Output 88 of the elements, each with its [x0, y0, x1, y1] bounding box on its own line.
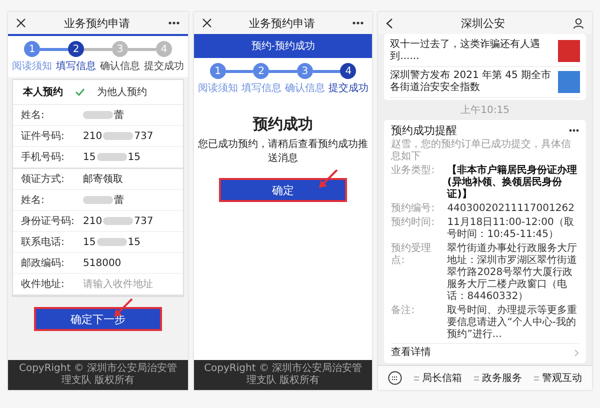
detail-label: 业务类型:: [391, 165, 436, 178]
detail-label: 预约时间:: [391, 217, 436, 230]
menu-item[interactable]: 政务服务: [474, 371, 522, 385]
account-title: 深圳公安: [461, 16, 506, 30]
booking-option[interactable]: 为他人预约: [97, 85, 147, 99]
menu-item[interactable]: 警观互动: [534, 371, 582, 385]
detail-label: 备注:: [391, 305, 416, 318]
redaction-blur: [96, 238, 127, 246]
annotation-arrow: [317, 168, 340, 190]
field-value: 737: [134, 216, 154, 226]
field-value: 210: [83, 216, 102, 226]
step-label: 阅读须知: [198, 82, 238, 95]
success-title: 预约成功: [253, 115, 314, 134]
field-label: 手机号码:: [21, 150, 66, 164]
field-value: 15: [83, 152, 96, 162]
redaction-blur: [83, 111, 113, 119]
field-value: 邮寄领取: [83, 172, 123, 186]
step-label: 确认信息: [284, 82, 325, 95]
field-value: 737: [134, 130, 154, 142]
redaction-blur: [103, 132, 134, 140]
field-label: 身份证号码:: [21, 215, 76, 228]
field-label: 收件地址:: [21, 278, 66, 291]
news-title[interactable]: 双十一过去了，这类诈骗还有人遇到......: [390, 39, 552, 63]
field-value: 15: [128, 152, 140, 162]
step-number: 3: [112, 41, 128, 57]
view-details-link[interactable]: 查看详情: [391, 343, 579, 360]
page-title: 业务预约申请: [249, 16, 316, 30]
step-label: 提交成功: [144, 60, 184, 73]
field-value: 210: [83, 130, 102, 142]
person-icon[interactable]: [573, 18, 584, 28]
field-value: 蕾: [114, 194, 124, 207]
field-value: 蕾: [114, 108, 124, 122]
booking-option[interactable]: 本人预约: [23, 85, 63, 99]
detail-value: 取号时间、办理提示等更多重要信息请进入“个人中心-我的预约”进行...: [447, 305, 578, 342]
step-number: 4: [156, 41, 172, 57]
keyboard-icon[interactable]: [388, 371, 402, 385]
success-message: 您已成功预约，请稍后查看预约成功推送消息: [197, 138, 370, 165]
page-banner: 预约-预约成功: [194, 34, 372, 58]
menu-icon: [534, 376, 540, 380]
confirm-button[interactable]: 确定: [219, 178, 348, 202]
step-number: 2: [68, 41, 84, 57]
more-icon[interactable]: [569, 129, 579, 132]
step-number: 1: [210, 63, 226, 79]
close-icon[interactable]: [202, 18, 212, 28]
message-title: 预约成功提醒: [391, 124, 458, 138]
step-label: 确认信息: [100, 60, 140, 73]
field-value: 15: [128, 236, 140, 248]
copyright-text: CopyRight © 深圳市公安局治安管理支队 版权所有: [18, 363, 178, 386]
field-label: 领证方式:: [21, 172, 66, 186]
message-timestamp: 上午10:15: [460, 104, 510, 117]
step-number: 4: [340, 63, 356, 79]
detail-value: 翠竹街道办事处行政服务大厅地址：深圳市罗湖区翠竹街道翠竹路2028号翠竹大厦行政服务大厅二楼户政窗口（电话：84460332）: [447, 243, 578, 304]
menu-icon: [414, 376, 420, 380]
field-label: 邮政编码:: [21, 256, 66, 270]
step-label: 填写信息: [56, 60, 96, 73]
menu-icon: [474, 376, 480, 380]
menu-item[interactable]: 局长信箱: [414, 371, 462, 385]
more-icon[interactable]: [352, 21, 364, 25]
detail-label: 预约编号:: [391, 203, 436, 216]
copyright-text: CopyRight © 深圳市公安局治安管理支队 版权所有: [204, 363, 362, 386]
step-label: 阅读须知: [12, 60, 52, 73]
detail-value: 【非本市户籍居民身份证办理(异地补领、换领居民身份证)】: [447, 165, 578, 202]
step-number: 1: [24, 41, 40, 57]
step-number: 3: [296, 63, 313, 79]
step-label: 提交成功: [328, 82, 368, 95]
field-value: 518000: [83, 258, 122, 268]
detail-label: 预约受理点:: [391, 243, 432, 268]
close-icon[interactable]: [16, 18, 26, 28]
redaction-blur: [83, 196, 113, 204]
field-label: 姓名:: [21, 194, 46, 207]
address-input[interactable]: 请输入收件地址: [83, 278, 179, 290]
step-number: 2: [253, 63, 270, 79]
page-title: 业务预约申请: [64, 16, 130, 30]
field-label: 证件号码:: [21, 130, 66, 143]
detail-value: 11月18日11:00-12:00（取号时间：10:45-11:45）: [447, 217, 575, 242]
news-title[interactable]: 深圳警方发布 2021 年第 45 期全市各街道治安安全指数: [390, 70, 552, 94]
field-label: 联系电话:: [21, 236, 66, 249]
chevron-icon: [574, 349, 579, 358]
back-icon[interactable]: [386, 18, 394, 28]
detail-value: 44030020211117001262: [447, 203, 576, 216]
checkmark-icon: [75, 88, 85, 96]
field-value: 15: [83, 236, 96, 248]
more-icon[interactable]: [168, 21, 180, 25]
message-greeting: 赵雪，您的预约订单已成功提交，具体信息如下: [391, 139, 572, 164]
field-label: 姓名:: [21, 109, 46, 122]
redaction-blur: [103, 217, 134, 225]
step-label: 填写信息: [241, 82, 282, 95]
redaction-blur: [96, 153, 127, 161]
